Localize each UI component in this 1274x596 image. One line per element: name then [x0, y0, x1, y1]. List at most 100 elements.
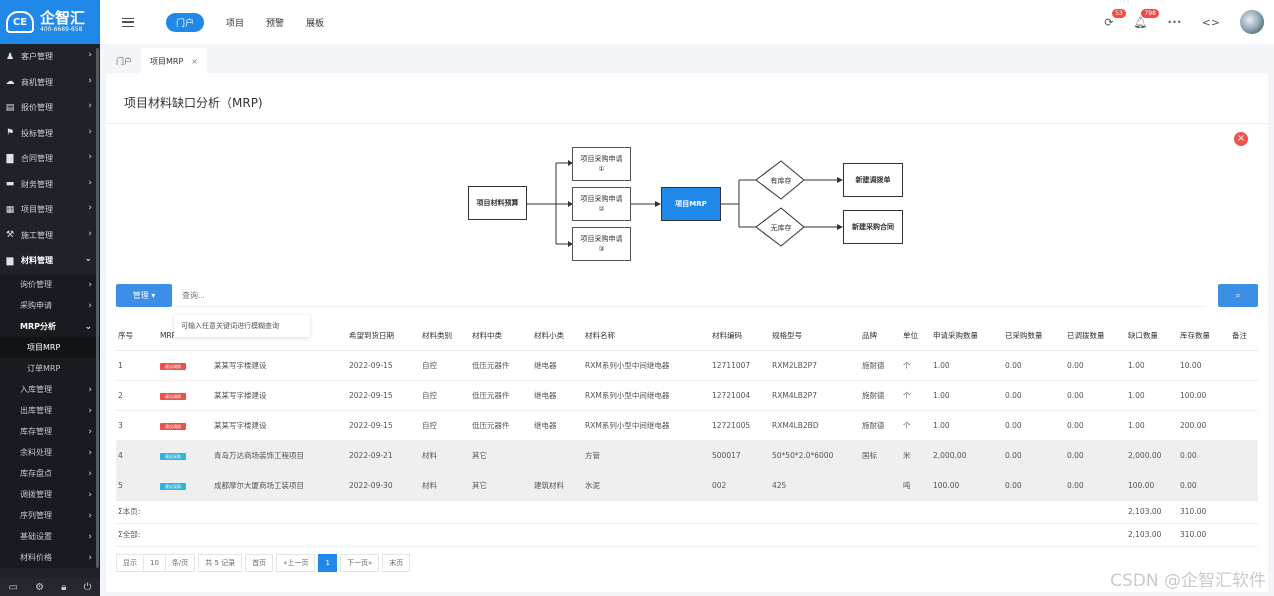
sum-empty — [931, 523, 1003, 547]
submenu-transfer[interactable]: 调拨管理 › — [0, 484, 100, 505]
col-header[interactable]: 材料小类 — [532, 322, 583, 351]
submenu-inventory[interactable]: 库存管理 › — [0, 421, 100, 442]
avatar[interactable] — [1240, 10, 1264, 34]
bell-badge: 798 — [1141, 8, 1159, 18]
pager-last[interactable]: 末页 — [382, 554, 411, 572]
cell-note — [1230, 470, 1258, 501]
sidebar-item-label: 材料管理 — [21, 256, 53, 266]
code-icon[interactable]: <> — [1202, 16, 1220, 29]
chevron-right-icon: › — [88, 405, 92, 416]
submenu-label: 调拨管理 — [20, 489, 52, 499]
sidebar-item-customers[interactable]: ♟ 客户管理 › — [0, 44, 100, 70]
submenu-inquiry[interactable]: 询价管理 › — [0, 274, 100, 295]
pager-show-label: 显示 — [116, 554, 143, 572]
nav-dashboard[interactable]: 展板 — [306, 16, 324, 29]
pager-first[interactable]: 首页 — [245, 554, 274, 572]
brand-name: 企智汇 — [40, 9, 86, 27]
sum-empty — [532, 500, 583, 524]
sum-page-row: Σ本页: 2,103.00 310.00 — [116, 500, 1258, 524]
sidebar-item-quotes[interactable]: ▤ 报价管理 › — [0, 95, 100, 121]
submenu-settings[interactable]: 基础设置 › — [0, 526, 100, 547]
submenu-purchase-request[interactable]: 采购申请 › — [0, 295, 100, 316]
col-header[interactable]: 缺口数量 — [1126, 322, 1178, 351]
page-size-select[interactable]: 10 — [143, 554, 165, 572]
cell-code: 12721004 — [710, 380, 770, 411]
col-header[interactable]: 序号 — [116, 322, 158, 351]
users-icon: ♟ — [5, 51, 15, 62]
col-header[interactable]: 备注 — [1230, 322, 1258, 351]
col-header[interactable]: 材料中类 — [470, 322, 532, 351]
gear-icon[interactable]: ⚙ — [35, 582, 44, 593]
submenu-surplus[interactable]: 余料处理 › — [0, 442, 100, 463]
sidebar-item-construction[interactable]: ⚒ 施工管理 › — [0, 223, 100, 249]
table-row[interactable]: 1 建议调拨 某某写字楼建设 2022-09-15 自控 低压元器件 继电器 RXM系列小型中… — [116, 350, 1258, 381]
submenu-order-mrp[interactable]: 订单MRP — [0, 358, 100, 379]
table-row[interactable]: 2 建议调拨 某某写字楼建设 2022-09-15 自控 低压元器件 继电器 RXM系列小型中… — [116, 380, 1258, 411]
col-header[interactable]: 材料类别 — [420, 322, 470, 351]
cell-req: 1.00 — [931, 350, 1003, 381]
col-header[interactable]: 材料编码 — [710, 322, 770, 351]
submenu-inbound[interactable]: 入库管理 › — [0, 379, 100, 400]
pager-prev[interactable]: «上一页 — [276, 554, 316, 572]
table-row[interactable]: 5 建议采购 成都摩尔大厦商场工装项目 2022-09-30 材料 其它 建筑材料 水泥 002… — [116, 470, 1258, 501]
submenu-label: 入库管理 — [20, 384, 52, 394]
manage-dropdown-button[interactable]: 管理 ▾ — [116, 284, 172, 307]
chevron-right-icon: › — [88, 126, 92, 137]
table-icon: ▦ — [5, 204, 15, 215]
pagination: 显示 10 条/页 共 5 记录 首页 «上一页 1 下一页» 末页 — [116, 554, 413, 572]
nav-warning[interactable]: 预警 — [266, 16, 284, 29]
col-header[interactable]: 单位 — [901, 322, 931, 351]
col-header[interactable]: 已调拨数量 — [1065, 322, 1126, 351]
nav-project[interactable]: 项目 — [226, 16, 244, 29]
sidebar-scrollbar[interactable] — [96, 48, 99, 568]
sidebar-item-finance[interactable]: ▬ 财务管理 › — [0, 172, 100, 198]
table-row[interactable]: 3 建议调拨 某某写字楼建设 2022-09-15 自控 低压元器件 继电器 RXM系列小型中… — [116, 410, 1258, 441]
cell-note — [1230, 410, 1258, 441]
submenu-stocktake[interactable]: 库存盘点 › — [0, 463, 100, 484]
sum-empty — [770, 500, 860, 524]
cell-tag: 建议采购 — [158, 440, 212, 471]
close-icon[interactable]: × — [191, 57, 198, 66]
col-header[interactable]: 规格型号 — [770, 322, 860, 351]
pager-current[interactable]: 1 — [318, 554, 337, 572]
sum-empty — [860, 500, 901, 524]
search-input[interactable] — [176, 284, 1206, 307]
cell-no: 1 — [116, 350, 158, 381]
sum-all-row: Σ全部: 2,103.00 310.00 — [116, 523, 1258, 547]
col-header[interactable]: 库存数量 — [1178, 322, 1230, 351]
sidebar-item-bids[interactable]: ⚑ 投标管理 › — [0, 121, 100, 147]
submenu-prices[interactable]: 材料价格 › — [0, 547, 100, 568]
refresh-icon[interactable]: ⟳ 53 — [1104, 8, 1126, 29]
more-icon[interactable]: ••• — [1167, 18, 1181, 27]
submenu-mrp-analysis[interactable]: MRP分析 ⌄ — [0, 316, 100, 337]
logo[interactable]: CE 企智汇 400-6689-658 — [0, 0, 100, 44]
col-header[interactable]: 材料名称 — [583, 322, 710, 351]
sum-empty — [1230, 523, 1258, 547]
col-header[interactable]: 品牌 — [860, 322, 901, 351]
bell-icon[interactable]: 🔔︎ 798 — [1133, 8, 1159, 29]
sidebar-item-materials[interactable]: ▆ 材料管理 ⌄ — [0, 248, 100, 274]
sidebar-item-contracts[interactable]: ▇ 合同管理 › — [0, 146, 100, 172]
tab-project-mrp[interactable]: 项目MRP × — [141, 48, 207, 74]
tab-portal[interactable]: 门户 — [107, 48, 141, 74]
sidebar-item-projects[interactable]: ▦ 项目管理 › — [0, 197, 100, 223]
submenu-label: 项目MRP — [27, 342, 61, 352]
submenu-project-mrp[interactable]: 项目MRP — [0, 336, 100, 358]
power-icon[interactable]: ⏻ — [84, 582, 92, 593]
watermark: CSDN @企智汇软件 — [1110, 571, 1266, 591]
chevron-down-icon: ⌄ — [84, 321, 92, 332]
submenu-serial[interactable]: 序列管理 › — [0, 505, 100, 526]
menu-toggle-icon[interactable] — [122, 17, 134, 27]
table-row[interactable]: 4 建议采购 青岛万达商场装饰工程项目 2022-09-21 材料 其它 方管 500017 5… — [116, 440, 1258, 471]
pager-next[interactable]: 下一页» — [339, 554, 380, 572]
search-button[interactable]: ⌕ — [1218, 284, 1258, 307]
nav-portal[interactable]: 门户 — [166, 12, 205, 32]
lock-icon[interactable]: 🔒︎ — [61, 582, 66, 593]
col-header[interactable]: 申请采购数量 — [931, 322, 1003, 351]
col-header[interactable]: 希望到货日期 — [347, 322, 420, 351]
sidebar-item-opportunities[interactable]: ☁ 商机管理 › — [0, 70, 100, 96]
submenu-outbound[interactable]: 出库管理 › — [0, 400, 100, 421]
monitor-icon[interactable]: ▭ — [9, 582, 18, 593]
cell-spec: 425 — [770, 470, 860, 501]
col-header[interactable]: 已采购数量 — [1003, 322, 1065, 351]
